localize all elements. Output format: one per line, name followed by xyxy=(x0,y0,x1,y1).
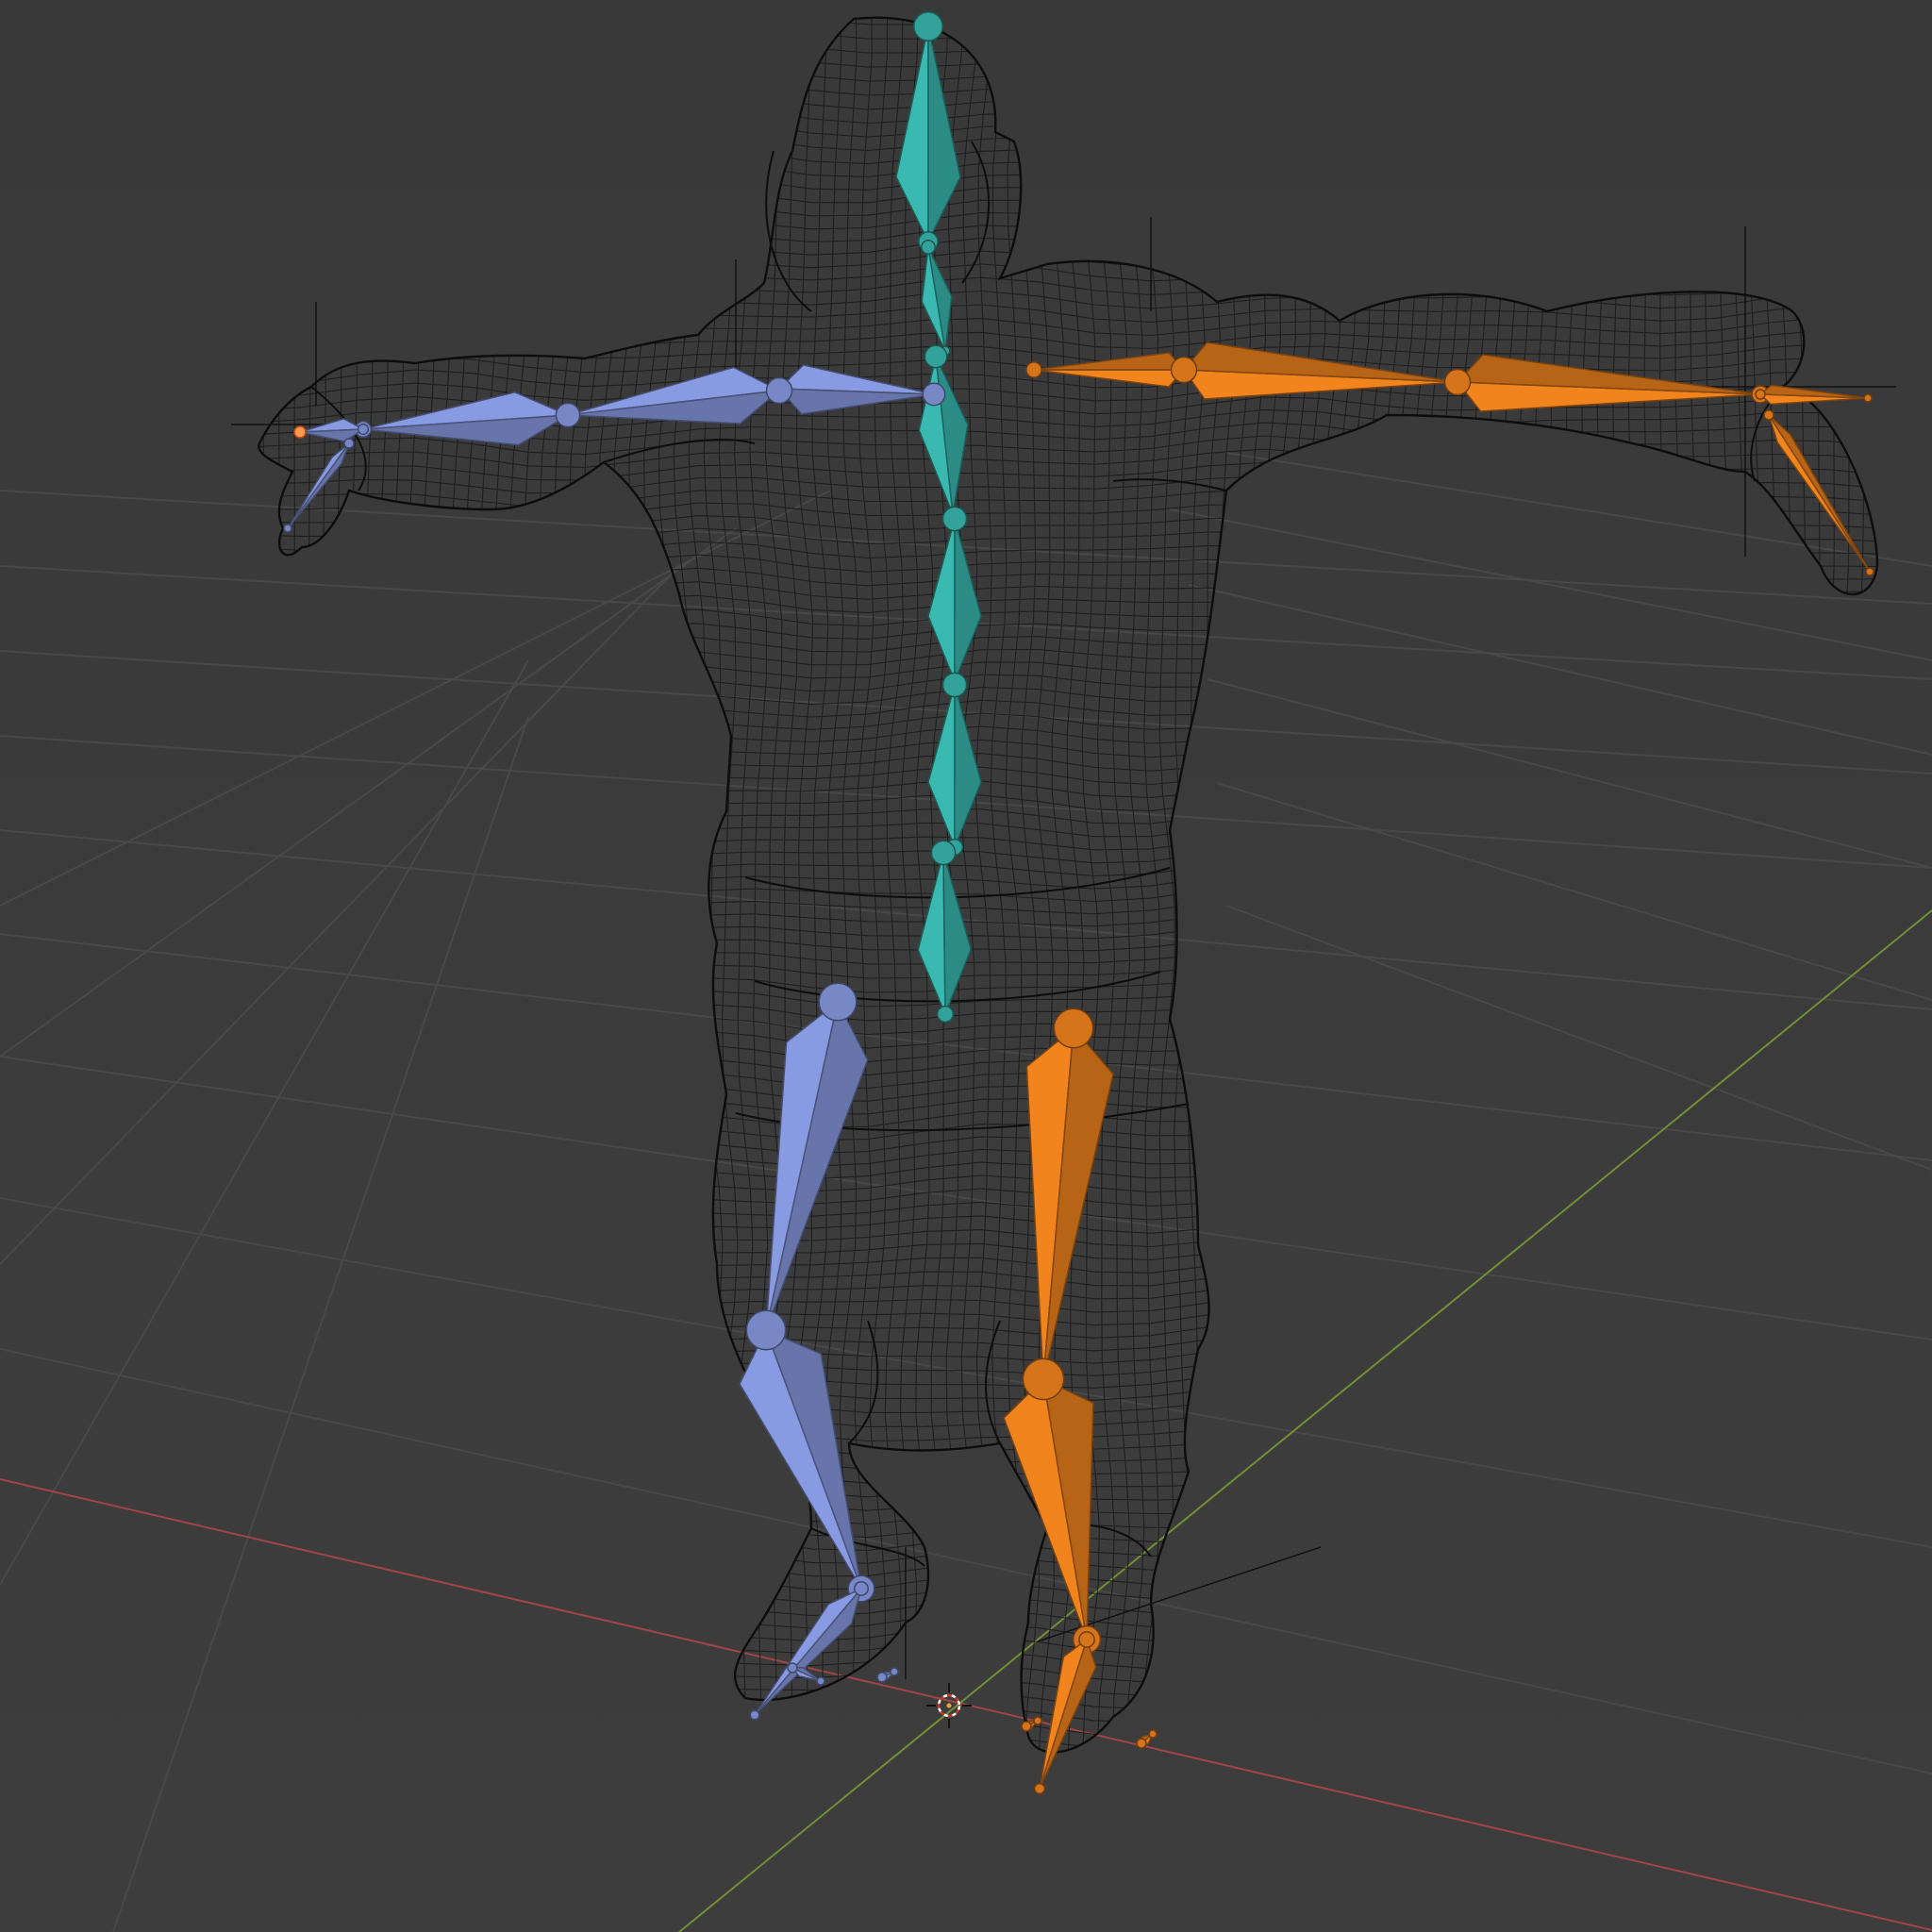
bone-joint[interactable] xyxy=(941,506,968,532)
bone-joint[interactable] xyxy=(787,1662,798,1674)
bone-joint[interactable] xyxy=(1078,1631,1095,1648)
bone-joint[interactable] xyxy=(854,1581,869,1596)
bone-joint[interactable] xyxy=(765,376,793,405)
bone-joint[interactable] xyxy=(816,1676,825,1686)
bone-joint[interactable] xyxy=(941,672,968,698)
bone-joint[interactable] xyxy=(936,1005,955,1024)
bone-joint[interactable] xyxy=(745,1309,787,1351)
bone-joint[interactable] xyxy=(912,10,944,42)
selected-bone-tip[interactable] xyxy=(293,425,307,439)
bone-joint[interactable] xyxy=(749,1709,760,1721)
bone-joint[interactable] xyxy=(1148,1729,1158,1739)
bone-joint[interactable] xyxy=(1033,1782,1046,1795)
bone-joint[interactable] xyxy=(1443,368,1472,396)
bone-joint[interactable] xyxy=(1755,389,1766,400)
3d-viewport[interactable] xyxy=(0,0,1932,1932)
bone-joint[interactable] xyxy=(1022,1357,1065,1401)
bone-joint[interactable] xyxy=(1053,1008,1094,1049)
bone-joint[interactable] xyxy=(1863,393,1873,403)
bone-joint[interactable] xyxy=(1865,567,1874,576)
bone-joint[interactable] xyxy=(818,982,858,1022)
bone-joint[interactable] xyxy=(876,1672,888,1683)
bone-joint[interactable] xyxy=(890,1667,899,1676)
bone-joint[interactable] xyxy=(1170,356,1198,384)
bone-joint[interactable] xyxy=(283,524,292,533)
bone-joint[interactable] xyxy=(924,344,948,369)
bone-joint[interactable] xyxy=(1021,1721,1032,1732)
bone-joint[interactable] xyxy=(1025,361,1042,378)
bone-joint[interactable] xyxy=(922,382,946,407)
bone-joint[interactable] xyxy=(343,438,355,449)
bone-joint[interactable] xyxy=(357,423,370,436)
viewport-scene[interactable] xyxy=(0,0,1932,1932)
bone-joint[interactable] xyxy=(1763,409,1774,421)
bone-joint[interactable] xyxy=(1136,1738,1147,1749)
bone-joint[interactable] xyxy=(555,402,581,428)
bone-joint[interactable] xyxy=(921,240,936,255)
bone-joint[interactable] xyxy=(1033,1716,1042,1725)
bone-joint[interactable] xyxy=(930,840,957,866)
